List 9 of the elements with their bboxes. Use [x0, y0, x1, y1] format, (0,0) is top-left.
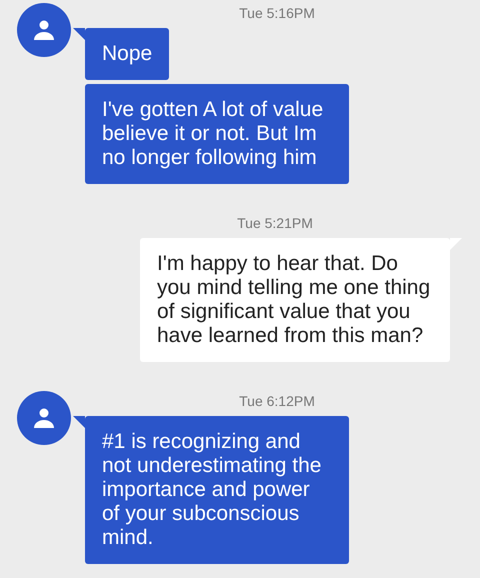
timestamp: Tue 5:16PM: [239, 4, 315, 22]
timestamp: Tue 5:21PM: [237, 214, 313, 232]
person-icon: [32, 406, 56, 430]
message-bubble: Nope: [85, 28, 170, 80]
message-bubble: I've gotten A lot of value believe it or not. But Im no longer following him: [85, 84, 349, 184]
message-bubble: I'm happy to hear that. Do you mind telling me one thing of significant value that you have learned from this man?: [140, 238, 450, 362]
person-icon: [32, 18, 56, 42]
timestamp: Tue 6:12PM: [239, 392, 315, 410]
message-bubble: #1 is recognizing and not underestimating the importance and power of your subconscious mind.: [85, 416, 349, 564]
